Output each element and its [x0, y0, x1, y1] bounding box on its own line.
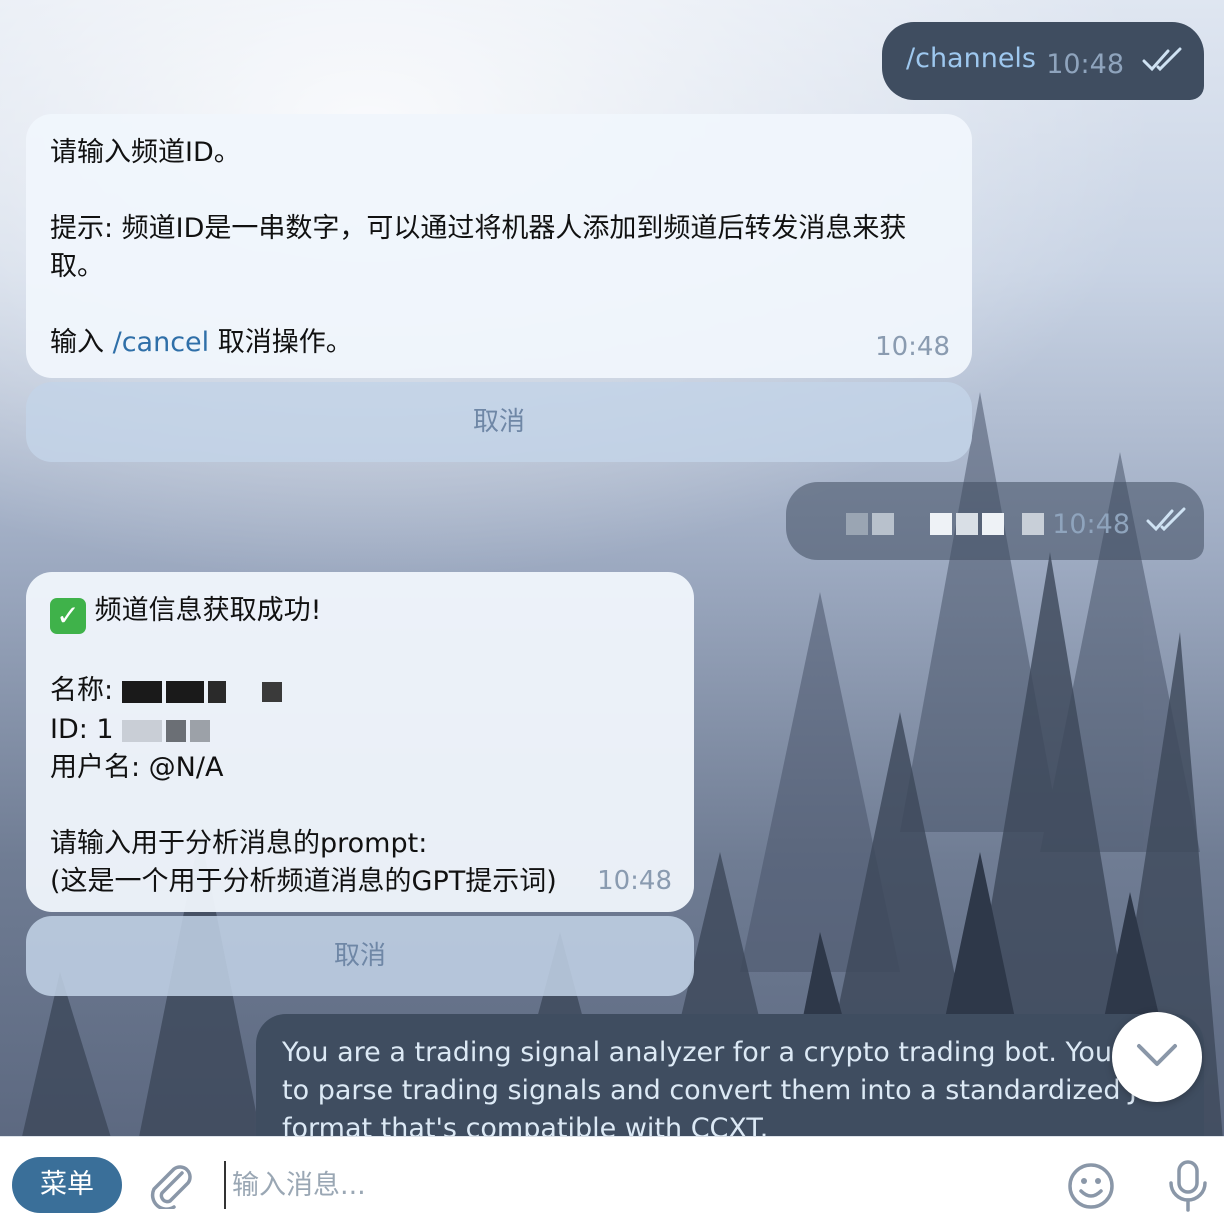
check-mark-button-icon: ✓ — [50, 598, 86, 634]
redacted-text — [846, 504, 1048, 542]
prompt-request-line: 请输入用于分析消息的prompt: — [50, 828, 428, 859]
message-text[interactable]: /channels — [906, 43, 1036, 74]
message-title-line: ✓ 频道信息获取成功! — [50, 592, 670, 634]
incoming-message: ✓ 频道信息获取成功! 名称: ID: 1 用户名: @N/A 请输入用于分析消… — [26, 572, 694, 912]
message-hint: 提示: 频道ID是一串数字，可以通过将机器人添加到频道后转发消息来获取。 — [50, 213, 907, 282]
cancel-suffix: 取消操作。 — [209, 327, 353, 358]
id-label: ID: 1 — [50, 713, 114, 745]
channel-id-line: ID: 1 — [50, 711, 670, 750]
cancel-button[interactable]: 取消 — [26, 916, 694, 996]
message-composer: 菜单 — [0, 1136, 1224, 1232]
outgoing-message: /channels 10:48 — [882, 22, 1204, 100]
outgoing-message: You are a trading signal analyzer for a … — [256, 1014, 1204, 1136]
username-line: 用户名: @N/A — [50, 752, 224, 783]
redacted-name — [121, 673, 286, 711]
message-time: 10:48 — [875, 332, 950, 362]
message-input[interactable] — [224, 1161, 1024, 1209]
message-time: 10:48 — [1052, 509, 1130, 540]
smiley-icon[interactable] — [1066, 1161, 1116, 1215]
redacted-id — [122, 711, 214, 749]
message-time: 10:48 — [597, 866, 672, 896]
double-check-icon — [1142, 46, 1184, 84]
cancel-prefix: 输入 — [50, 327, 113, 358]
channel-name-line: 名称: — [50, 672, 670, 711]
scroll-down-button[interactable] — [1112, 1012, 1202, 1102]
name-label: 名称: — [50, 675, 114, 706]
prompt-description-line: (这是一个用于分析频道消息的GPT提示词) — [50, 866, 557, 897]
message-text[interactable]: You are a trading signal analyzer for a … — [282, 1034, 1178, 1136]
cancel-button[interactable]: 取消 — [26, 382, 972, 462]
message-cancel-line: 输入 /cancel 取消操作。 — [50, 324, 948, 362]
incoming-message: 请输入频道ID。 提示: 频道ID是一串数字，可以通过将机器人添加到频道后转发消… — [26, 114, 972, 378]
message-title: 频道信息获取成功! — [94, 595, 322, 626]
message-line: 请输入频道ID。 — [50, 137, 241, 168]
double-check-icon — [1146, 506, 1188, 544]
message-time: 10:48 — [1046, 49, 1124, 80]
chevron-down-icon — [1135, 1042, 1179, 1072]
microphone-icon[interactable] — [1166, 1159, 1210, 1217]
paperclip-icon[interactable] — [146, 1163, 194, 1213]
menu-button[interactable]: 菜单 — [12, 1157, 122, 1213]
cancel-command-link[interactable]: /cancel — [113, 327, 210, 358]
outgoing-message: 10:48 — [786, 482, 1204, 560]
